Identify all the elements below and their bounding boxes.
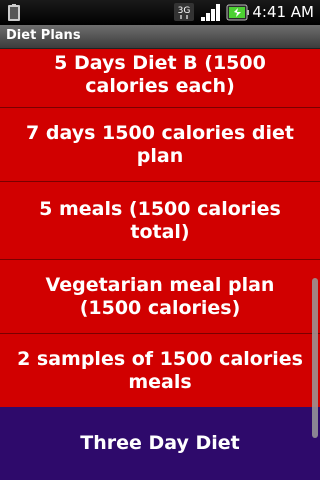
list-item-label: Vegetarian meal plan (1500 calories) xyxy=(45,273,275,319)
clock: 4:41 AM xyxy=(252,3,314,21)
list-item-vegetarian-plan[interactable]: Vegetarian meal plan (1500 calories) xyxy=(0,260,320,333)
scrollbar[interactable] xyxy=(312,278,318,438)
list-item-label: Three Day Diet xyxy=(80,432,240,454)
list-item-7-days-plan[interactable]: 7 days 1500 calories diet plan xyxy=(0,108,320,181)
list-item-label: 5 Days Diet B (1500 calories each) xyxy=(54,52,266,97)
diet-plan-list[interactable]: 5 Days Diet B (1500 calories each) 7 day… xyxy=(0,49,320,480)
network-3g-icon: 3G xyxy=(174,3,194,25)
list-item-three-day-diet[interactable]: Three Day Diet xyxy=(0,407,320,480)
list-item-label: 7 days 1500 calories diet plan xyxy=(26,121,294,167)
network-label: 3G xyxy=(178,6,191,16)
signal-icon xyxy=(200,3,222,26)
app-title: Diet Plans xyxy=(6,28,81,43)
list-item-2-samples[interactable]: 2 samples of 1500 calories meals xyxy=(0,334,320,407)
list-item-label: 5 meals (1500 calories total) xyxy=(39,197,281,243)
app-title-bar: Diet Plans xyxy=(0,25,320,49)
list-item-label: 2 samples of 1500 calories meals xyxy=(17,347,303,393)
battery-icon xyxy=(226,3,250,26)
list-item-5-meals[interactable]: 5 meals (1500 calories total) xyxy=(0,182,320,259)
status-bar: 3G 4:41 AM xyxy=(0,0,320,25)
sim-card-icon xyxy=(6,4,22,22)
list-item-5-days-diet-b[interactable]: 5 Days Diet B (1500 calories each) xyxy=(0,49,320,107)
